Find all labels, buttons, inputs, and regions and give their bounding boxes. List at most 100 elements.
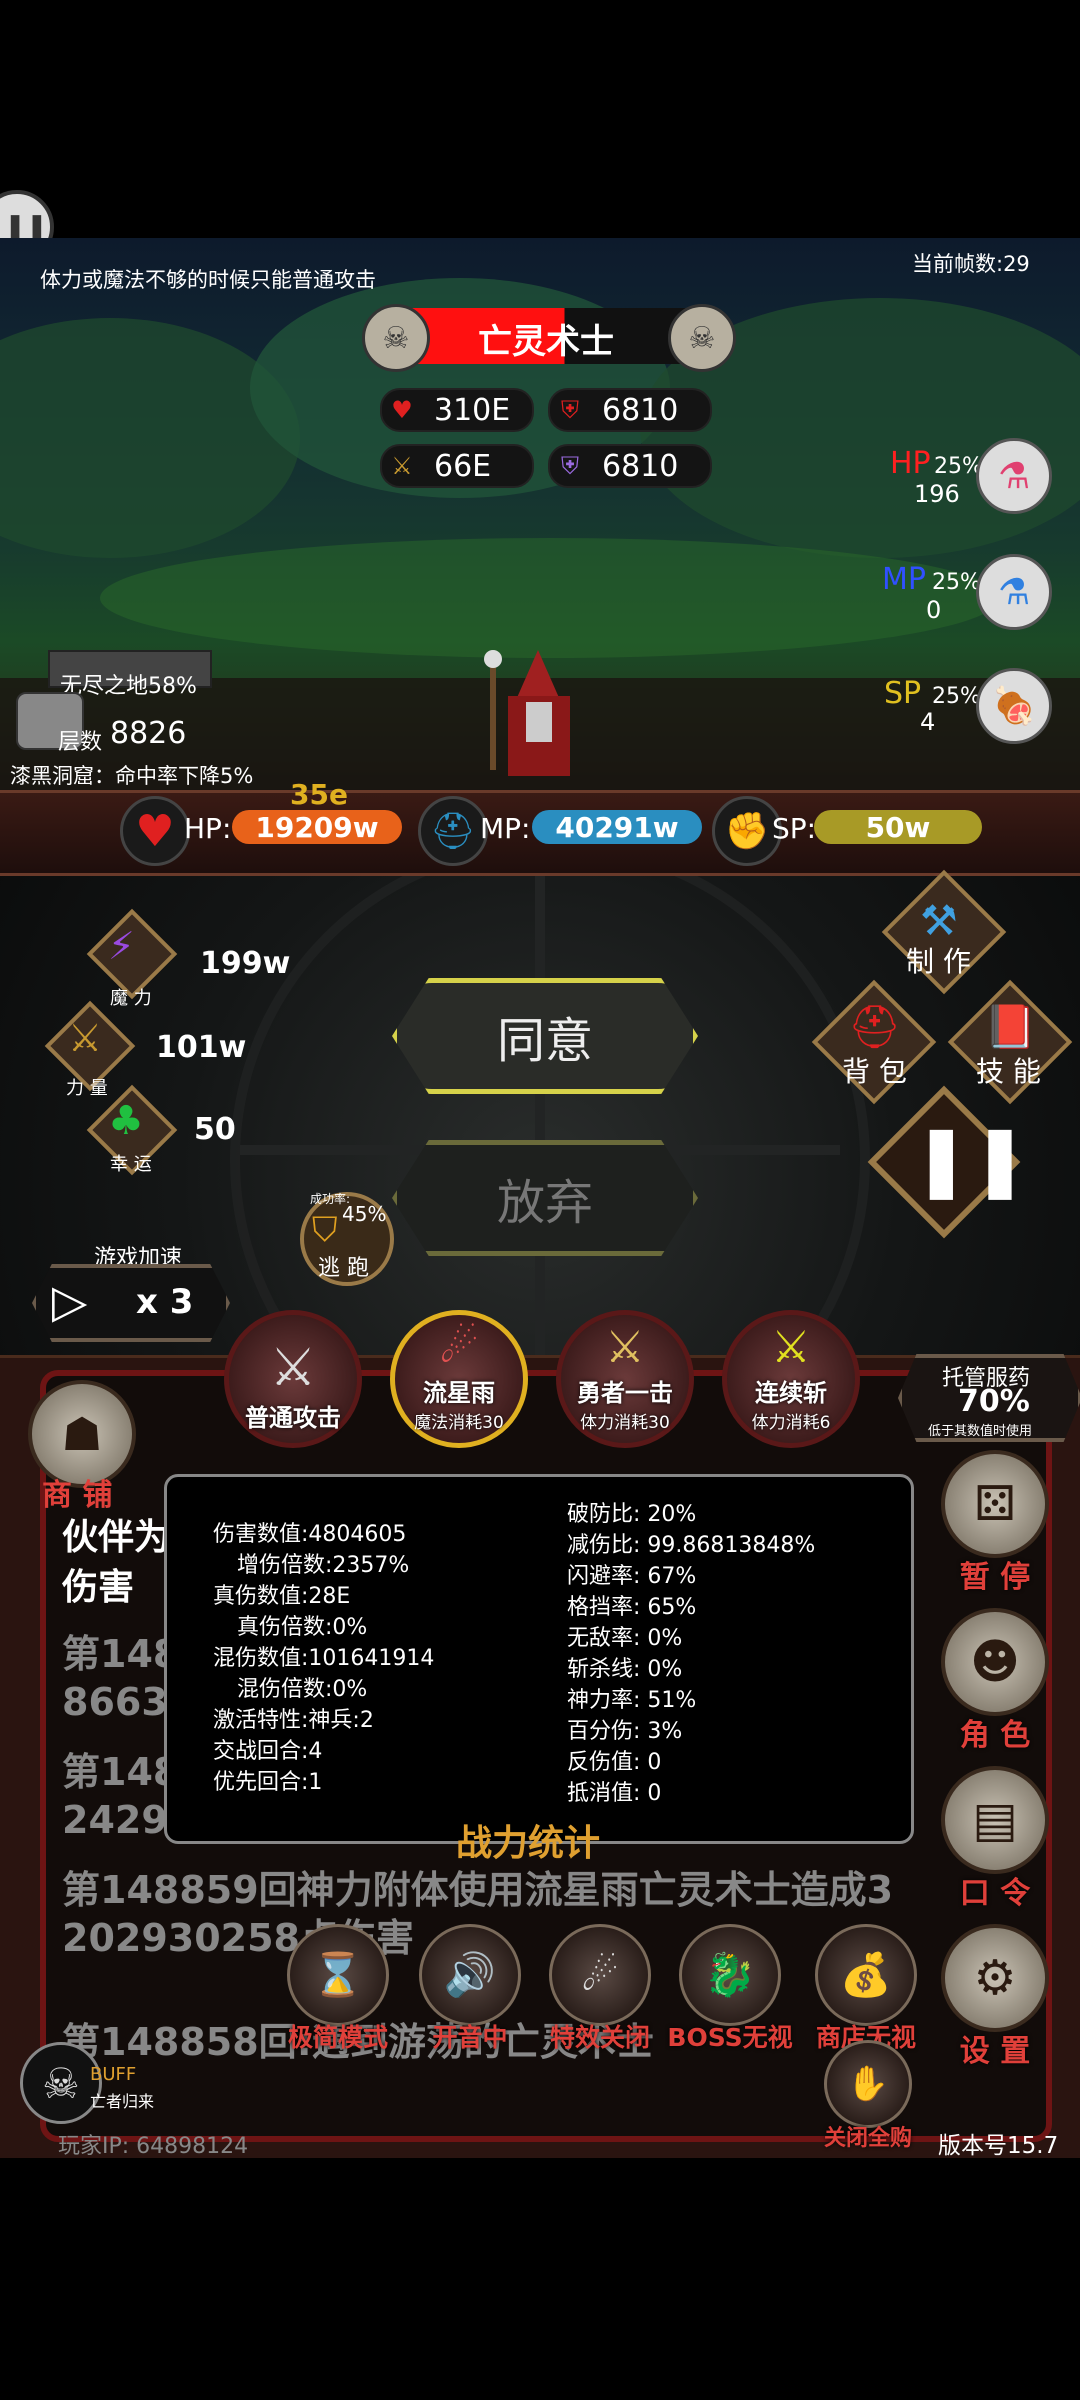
shield-run-icon: ⛉ <box>312 1210 338 1250</box>
stat-row: 百分伤: 3% <box>567 1719 683 1744</box>
comet-icon: ☄ <box>549 1924 651 2026</box>
attr-strength: ⚔ 力 量 101w <box>44 1000 308 1099</box>
crossed-swords-icon: ⚔ <box>605 1322 645 1373</box>
floor-value: 8826 <box>110 716 187 751</box>
hp-potion-icon: ⚗ <box>976 438 1052 514</box>
escape-button[interactable]: 成功率: 45% ⛉ 逃 跑 <box>296 1188 394 1286</box>
purple-shield-icon: ⛨ <box>561 452 579 480</box>
stat-row: 格挡率: 65% <box>567 1595 697 1620</box>
log-line: 第148859回神力附体使用流星雨亡灵术士造成3 <box>62 1868 894 1912</box>
player-sp-bar: 50w <box>814 810 982 844</box>
red-shield-icon: ⛨ <box>561 396 579 424</box>
sp-food-icon: 🍖 <box>976 668 1052 744</box>
stat-row: 神力率: 51% <box>567 1688 697 1713</box>
attr-magic: ⚡ 魔 力 199w <box>86 908 350 1009</box>
buff-indicator: ☠ BUFF 亡者归来 <box>20 2042 160 2124</box>
sword-slash-icon: ⚔ <box>269 1338 317 1398</box>
mp-potion[interactable]: MP 25% 0 ⚗ <box>880 548 1052 638</box>
stat-row: 闪避率: 67% <box>567 1564 697 1589</box>
close-autobuy-button[interactable]: ✋ 关闭全购 <box>808 2040 928 2152</box>
speaker-icon: 🔊 <box>419 1924 521 2026</box>
bag-button[interactable]: ⛑ 背 包 <box>811 979 937 1105</box>
stat-row: 混伤倍数:0% <box>237 1677 368 1702</box>
craft-button[interactable]: ⚒ 制 作 <box>881 869 1007 995</box>
clover-icon: ♣ <box>108 1098 144 1144</box>
dice-icon: ⚄ <box>941 1450 1049 1558</box>
enemy-attack2-stat: ⚔ 66E <box>380 444 534 488</box>
axe-icon: ⚔ <box>391 452 413 480</box>
enemy-defense-stat: ⛨ 6810 <box>548 388 712 432</box>
pause-game-button[interactable]: ❚❚ <box>867 1085 1029 1239</box>
enemy-nameplate: ☠ ☠ 亡灵术士 <box>362 304 736 372</box>
player-level-tag: 35e <box>290 778 348 811</box>
hood-icon: ☻ <box>941 1608 1049 1716</box>
sp-label: SP: <box>772 812 817 845</box>
shop-button[interactable]: ☗ 商 铺 <box>24 1378 136 1513</box>
skill-combo-slash[interactable]: ⚔ 连续斩 体力消耗6 <box>722 1310 860 1448</box>
mp-helmet-icon: ⛑ <box>418 796 488 866</box>
attr-luck: ♣ 幸 运 50 <box>86 1084 350 1176</box>
stat-row: 减伤比: 99.86813848% <box>567 1533 816 1558</box>
password-button[interactable]: ▤ 口 令 <box>940 1766 1050 1912</box>
player-mp-bar: 40291w <box>532 810 702 844</box>
agree-button[interactable]: 同意 <box>392 978 698 1094</box>
sp-potion[interactable]: SP 25% 4 🍖 <box>880 666 1052 756</box>
stats-title: 战力统计 <box>456 1823 601 1864</box>
combat-stats-popup: 伤害数值:4804605 增伤倍数:2357% 真伤数值:28E 真伤倍数:0%… <box>164 1474 914 1844</box>
effects-button[interactable]: ☄ 特效关闭 <box>540 1924 660 2054</box>
log-line: 第148 <box>62 1632 180 1676</box>
mp-label: MP: <box>480 812 531 845</box>
stat-row: 增伤倍数:2357% <box>237 1553 410 1578</box>
shop-ignore-button[interactable]: 💰 商店无视 <box>806 1924 926 2054</box>
boss-ignore-button[interactable]: 🐉 BOSS无视 <box>667 1924 793 2054</box>
settings-button[interactable]: ⚙ 设 置 <box>940 1924 1050 2070</box>
anvil-icon: ⚒ <box>920 896 958 945</box>
hp-label: HP: <box>184 812 232 845</box>
enemy-defense2-stat: ⛨ 6810 <box>548 444 712 488</box>
stat-row: 混伤数值:101641914 <box>213 1646 435 1671</box>
skill-meteor-rain[interactable]: ☄ 流星雨 魔法消耗30 <box>390 1310 528 1448</box>
pause-side-button[interactable]: ⚄ 暂 停 <box>940 1450 1050 1596</box>
auto-potion-control[interactable]: 托管服药 70% 低于其数值时使用 <box>898 1354 1080 1442</box>
character-button[interactable]: ☻ 角 色 <box>940 1608 1050 1754</box>
abandon-button[interactable]: 放弃 <box>392 1140 698 1256</box>
pause-icon: ❚❚ <box>912 1118 1030 1200</box>
skill-button[interactable]: 📕 技 能 <box>947 979 1073 1105</box>
heart-icon: ♥ <box>391 396 413 424</box>
simple-mode-button[interactable]: ⌛ 极简模式 <box>278 1924 398 2054</box>
necromancer-sprite <box>484 650 590 780</box>
stat-row: 斩杀线: 0% <box>567 1657 683 1682</box>
meteor-icon: ☄ <box>439 1322 479 1373</box>
player-hp-bar: 19209w <box>232 810 402 844</box>
stat-row: 无敌率: 0% <box>567 1626 683 1651</box>
version: 版本号15.7 <box>938 2133 1059 2159</box>
skill-normal-attack[interactable]: ⚔ 普通攻击 <box>224 1310 362 1448</box>
stat-row: 真伤倍数:0% <box>237 1615 368 1640</box>
book-icon: ▤ <box>941 1766 1049 1874</box>
gear-icon: ⚙ <box>941 1924 1049 2032</box>
floor-info: 无尽之地58% 层数 8826 <box>10 640 260 760</box>
play-icon: ▷ <box>52 1274 88 1328</box>
floor-effect: 漆黑洞窟：命中率下降5% <box>10 764 254 788</box>
stat-row: 抵消值: 0 <box>567 1781 662 1806</box>
stats-left-column: 伤害数值:4804605 增伤倍数:2357% 真伤数值:28E 真伤倍数:0%… <box>213 1519 434 1798</box>
hp-potion[interactable]: HP 25% 196 ⚗ <box>880 430 1052 520</box>
sound-button[interactable]: 🔊 开音中 <box>410 1924 530 2054</box>
fps-text: 当前帧数:29 <box>912 252 1030 276</box>
skill-hero-strike[interactable]: ⚔ 勇者一击 体力消耗30 <box>556 1310 694 1448</box>
book-icon: 📕 <box>984 1002 1037 1051</box>
floor-label: 层数 <box>58 730 103 755</box>
player-ip: 玩家IP: 64898124 <box>58 2134 249 2159</box>
stat-row: 优先回合:1 <box>213 1770 323 1795</box>
stat-row: 反伤值: 0 <box>567 1750 662 1775</box>
stat-row: 激活特性:神兵:2 <box>213 1708 374 1733</box>
stat-row: 破防比: 20% <box>567 1502 697 1527</box>
heart-icon: ♥ <box>120 796 190 866</box>
speed-control[interactable]: ▷ x 3 <box>32 1264 230 1342</box>
hourglass-icon: ⌛ <box>287 1924 389 2026</box>
hint-text: 体力或魔法不够的时候只能普通攻击 <box>40 268 376 292</box>
dragon-icon: 🐉 <box>679 1924 781 2026</box>
coin-hand-icon: ✋ <box>824 2040 912 2128</box>
stat-row: 伤害数值:4804605 <box>213 1522 407 1547</box>
blade-icon: ⚔ <box>771 1322 811 1373</box>
